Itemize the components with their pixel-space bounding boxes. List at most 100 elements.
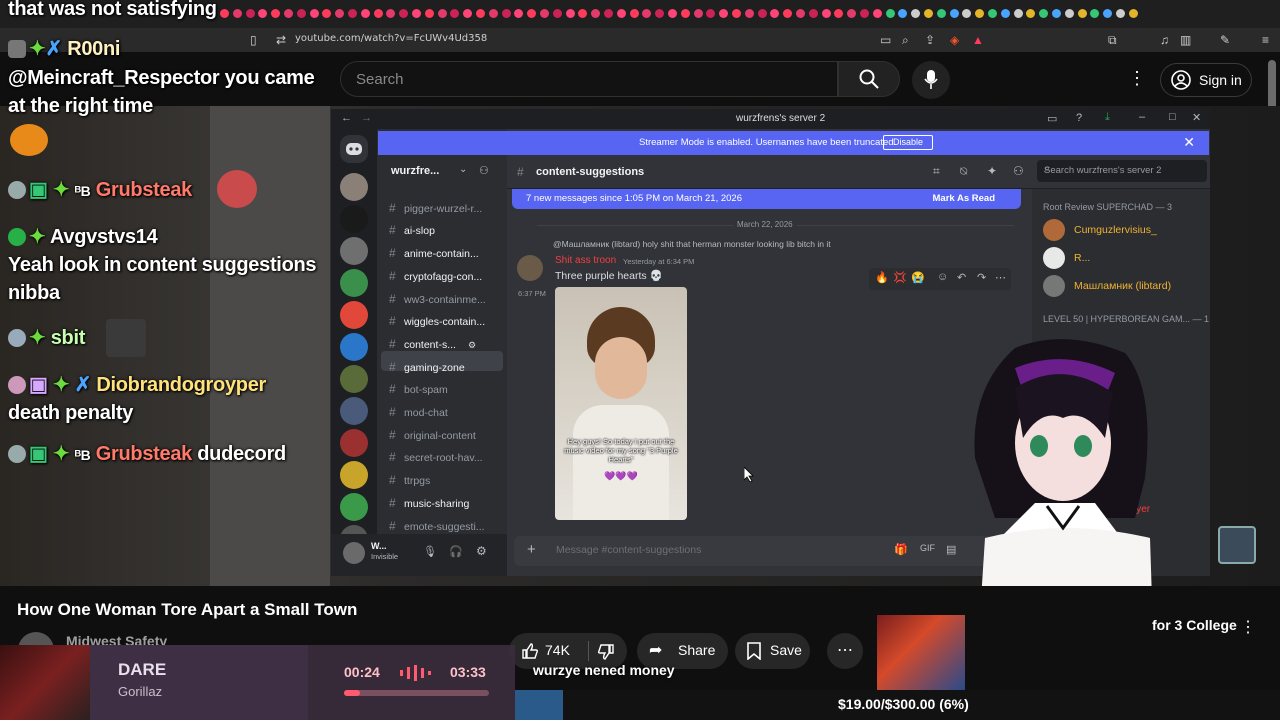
mic-icon[interactable]: 🎙 [423, 545, 437, 558]
invite-icon[interactable]: ⚇ [479, 164, 489, 177]
browser-tab-favicon[interactable] [488, 9, 498, 18]
dislike-icon[interactable] [597, 643, 615, 661]
browser-tabs[interactable] [210, 0, 1150, 28]
browser-tab-favicon[interactable] [719, 9, 729, 18]
recommended-menu-icon[interactable]: ⋮ [1240, 617, 1256, 637]
search-button[interactable] [838, 61, 900, 97]
message-author[interactable]: Shit ass troon [555, 255, 616, 266]
channel-item[interactable]: # bot-spam [389, 382, 448, 396]
browser-tab-favicon[interactable] [885, 9, 895, 18]
inbox-icon[interactable]: ▭ [1047, 112, 1057, 125]
browser-tab-favicon[interactable] [668, 9, 677, 18]
cast-icon[interactable]: ▭ [880, 33, 891, 47]
browser-tab-favicon[interactable] [360, 9, 370, 18]
channel-item[interactable]: # music-sharing [389, 496, 469, 510]
help-icon[interactable]: ? [1076, 112, 1082, 124]
browser-tab-favicon[interactable] [552, 9, 562, 18]
channel-item[interactable]: # wiggles-contain... [389, 314, 485, 328]
recommended-thumbnail[interactable] [877, 615, 965, 690]
browser-tab-favicon[interactable] [335, 9, 345, 18]
bookmark-icon[interactable]: ▯ [250, 33, 257, 47]
reply-preview[interactable]: @Машламник (libtard) holy shit that herm… [553, 239, 831, 249]
member-avatar[interactable] [1043, 275, 1065, 297]
channel-watermark-icon[interactable] [1218, 526, 1256, 564]
browser-tab-favicon[interactable] [783, 9, 793, 18]
channel-item[interactable]: # mod-chat [389, 405, 448, 419]
browser-tab-favicon[interactable] [975, 9, 985, 18]
server-icon[interactable] [340, 461, 368, 489]
browser-tab-favicon[interactable] [732, 9, 741, 18]
add-attachment-icon[interactable]: + [527, 541, 536, 558]
channel-item[interactable]: # ttrpgs [389, 473, 430, 487]
browser-tab-favicon[interactable] [527, 9, 537, 18]
browser-tab-favicon[interactable] [450, 9, 460, 18]
more-icon[interactable]: ⋯ [995, 271, 1006, 284]
browser-tab-favicon[interactable] [348, 9, 357, 18]
brave-rewards-icon[interactable]: ▲ [972, 33, 984, 47]
brave-shield-icon[interactable]: ◈ [950, 33, 959, 47]
browser-tab-favicon[interactable] [220, 9, 229, 18]
gift-icon[interactable]: 🎁 [894, 543, 908, 556]
discord-home-icon[interactable] [340, 135, 368, 163]
gif-icon[interactable]: GIF [920, 543, 935, 553]
member-name[interactable]: Cumguzlervisius_ [1074, 224, 1157, 236]
server-icon[interactable] [340, 173, 368, 201]
discord-search-input[interactable]: Search wurzfrens's server 2 ⌕ [1037, 160, 1207, 182]
browser-tab-favicon[interactable] [680, 9, 690, 18]
browser-url-bar[interactable]: ▯ ⇄ youtube.com/watch?v=FcUWv4Ud358 ▭ ⌕ … [0, 28, 1280, 52]
browser-tab-favicon[interactable] [898, 9, 908, 18]
browser-tab-favicon[interactable] [1116, 9, 1125, 18]
channel-item[interactable]: # anime-contain... [389, 246, 479, 260]
server-icon[interactable] [340, 365, 368, 393]
back-arrow-icon[interactable]: ← [341, 112, 352, 124]
threads-icon[interactable]: ⌗ [933, 164, 940, 179]
browser-tab-favicon[interactable] [501, 9, 511, 18]
browser-tab-favicon[interactable] [847, 9, 857, 18]
server-icon[interactable] [340, 205, 368, 233]
search-input[interactable]: Search [340, 61, 838, 97]
browser-tab-favicon[interactable] [463, 9, 473, 18]
recommended-title[interactable]: for 3 College [1152, 617, 1237, 633]
browser-tab-favicon[interactable] [514, 9, 524, 18]
sob-reaction-icon[interactable]: 😭 [911, 271, 925, 284]
disable-streamer-button[interactable]: Disable [883, 135, 933, 150]
forward-icon[interactable]: ↷ [977, 271, 986, 284]
browser-tab-favicon[interactable] [988, 9, 997, 18]
message-image-attachment[interactable]: Hey guys! So today I put out the music v… [555, 287, 687, 520]
browser-tab-favicon[interactable] [1064, 9, 1074, 18]
browser-tab-favicon[interactable] [322, 9, 332, 18]
browser-tab-favicon[interactable] [744, 9, 754, 18]
channel-item[interactable]: # cryptofagg-con... [389, 269, 482, 283]
channel-item-content-suggestions[interactable]: # content-s... ⚙ [389, 337, 476, 351]
reaction-icon[interactable]: 💢 [893, 271, 907, 284]
browser-tab-favicon[interactable] [373, 9, 383, 18]
browser-tab-favicon[interactable] [565, 9, 575, 18]
browser-tab-favicon[interactable] [1077, 9, 1087, 18]
mark-as-read-button[interactable]: Mark As Read [933, 193, 995, 204]
member-list-icon[interactable]: ⚇ [1013, 164, 1024, 178]
browser-tab-favicon[interactable] [309, 9, 319, 18]
server-icon[interactable] [340, 429, 368, 457]
browser-tab-favicon[interactable] [1103, 9, 1113, 18]
browser-tab-favicon[interactable] [1000, 9, 1010, 18]
browser-tab-favicon[interactable] [258, 9, 268, 18]
server-icon[interactable] [340, 397, 368, 425]
sign-in-button[interactable]: Sign in [1160, 63, 1252, 97]
download-icon[interactable]: ⤓ [1105, 111, 1110, 124]
pin-icon[interactable]: ✦ [987, 164, 997, 178]
channel-item[interactable]: # ww3-containme... [389, 292, 486, 306]
browser-tab-favicon[interactable] [757, 9, 767, 18]
browser-tab-favicon[interactable] [693, 9, 703, 18]
server-list[interactable] [331, 129, 377, 576]
server-icon[interactable] [340, 301, 368, 329]
browser-tab-favicon[interactable] [629, 9, 639, 18]
channel-item[interactable]: # ai-slop [389, 223, 435, 237]
member-avatar[interactable] [1043, 219, 1065, 241]
save-button[interactable]: Save [735, 633, 810, 669]
wallet-icon[interactable]: ✎ [1220, 33, 1230, 47]
browser-tab-favicon[interactable] [821, 9, 831, 18]
browser-tab-favicon[interactable] [578, 9, 588, 18]
sidebar-icon[interactable]: ▥ [1180, 33, 1191, 47]
browser-tab-favicon[interactable] [386, 9, 396, 18]
add-reaction-icon[interactable]: ☺ [937, 271, 948, 283]
